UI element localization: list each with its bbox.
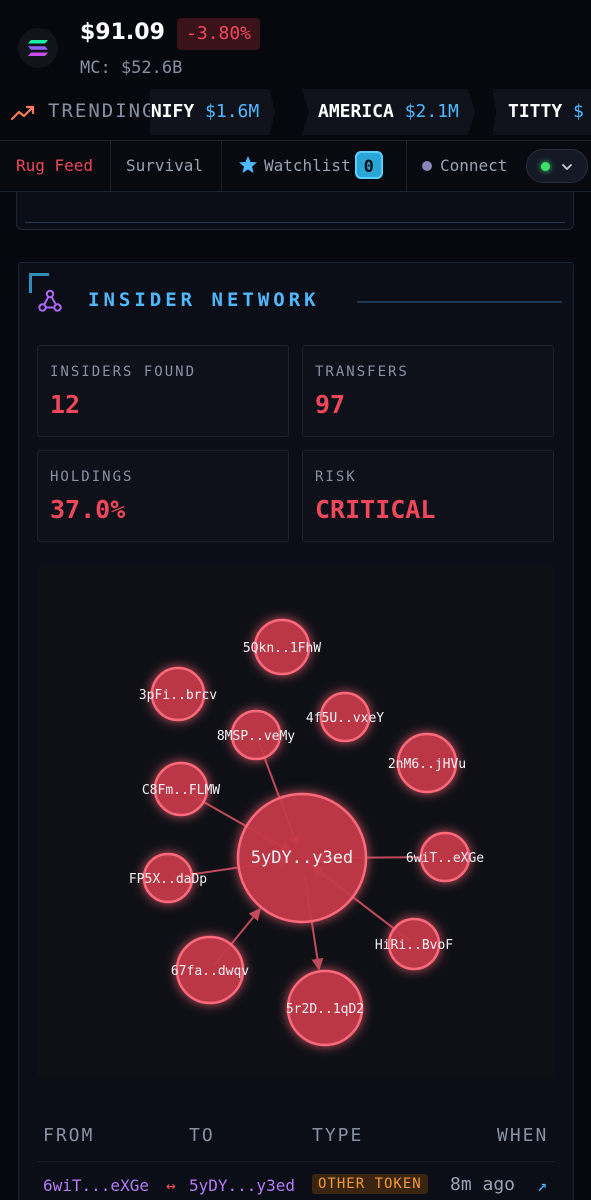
graph-node[interactable]: 3pFi..brcv [139,666,217,722]
node-label: 3pFi..brcv [139,688,217,703]
node-label: 8MSP..veMy [217,729,295,744]
node-label: FP5X..daDp [129,872,207,887]
stat-value: 97 [315,390,346,419]
graph-node[interactable]: 8MSP..veMy [217,709,295,761]
chevron-down-icon [562,164,572,170]
chip-name: TITTY [508,101,563,122]
chip-amount: $2.1M [404,101,459,122]
node-label: 6wiT..eXGe [406,851,484,866]
solana-logo-icon [18,28,58,68]
nav-watchlist[interactable]: Watchlist 0 [238,141,383,191]
stat-value: 37.0% [50,495,126,524]
network-status-dropdown[interactable] [526,149,588,183]
token-header: $91.09 -3.80% MC: $52.6B [0,0,591,88]
panel-title: INSIDER NETWORK [88,289,320,311]
previous-panel-edge [16,192,574,230]
col-type: TYPE [312,1125,364,1146]
stat-card-risk: RISK CRITICAL [302,450,554,542]
graph-node[interactable]: C8Fm..FLMW [142,761,220,817]
graph-node[interactable]: 2nM6..jHVu [388,732,466,794]
graph-node[interactable]: 4f5U..vxeY [306,691,384,743]
price-change-badge: -3.80% [177,18,261,50]
connection-dot-icon [422,160,432,171]
stat-card-holdings: HOLDINGS 37.0% [37,450,289,542]
graph-node[interactable]: 6wiT..eXGe [406,831,484,883]
graph-node[interactable]: 5Qkn..1FhW [243,618,321,676]
trending-chips: INIFY $1.6M AMERICA $2.1M TITTY $ [150,88,591,136]
col-when: WHEN [497,1125,549,1146]
graph-center-node[interactable]: 5yDY..y3ed [236,792,368,924]
table-row[interactable]: 6wiT...eXGe ↔ 5yDY...y3ed OTHER TOKEN 8m… [37,1161,555,1200]
node-label: 4f5U..vxeY [306,711,384,726]
star-icon [239,155,257,173]
trending-chip[interactable]: TITTY $ [492,89,591,135]
transfers-table-header: FROM TO TYPE WHEN [37,1125,555,1155]
chip-name: AMERICA [318,101,394,122]
watchlist-label: Watchlist [264,156,351,175]
chip-amount: $1.6M [205,101,260,122]
main-nav: Rug Feed Survival Watchlist 0 Connect [0,140,591,192]
network-icon [38,289,62,312]
stat-card-transfers: TRANSFERS 97 [302,345,554,437]
stat-value: CRITICAL [315,495,436,524]
node-label: 5yDY..y3ed [251,848,353,868]
external-link-icon[interactable]: ↗ [537,1176,547,1196]
to-address[interactable]: 5yDY...y3ed [189,1176,295,1195]
stat-label: RISK [315,469,357,485]
trending-up-icon [10,105,35,121]
graph-node[interactable]: FP5X..daDp [129,852,207,904]
stat-label: INSIDERS FOUND [50,364,197,380]
market-cap: MC: $52.6B [80,58,183,78]
stat-value: 12 [50,390,81,419]
node-label: 2nM6..jHVu [388,757,466,772]
nav-divider [221,141,222,191]
online-status-icon [541,162,550,171]
token-price: $91.09 [80,20,165,45]
chip-amount: $ [573,101,584,122]
stat-label: TRANSFERS [315,364,409,380]
bidirectional-arrow-icon: ↔ [166,1176,176,1195]
transfer-type-badge: OTHER TOKEN [312,1174,428,1194]
col-to: TO [189,1125,215,1146]
nav-divider [406,141,407,191]
nav-divider [110,141,111,191]
node-label: 67fa..dwqv [171,964,249,979]
graph-node[interactable]: HiRi..BvoF [375,917,453,971]
insider-network-graph[interactable]: 5Qkn..1FhW 3pFi..brcv 4f5U..vxeY 8MSP..veMy… [37,565,555,1079]
stat-card-insiders: INSIDERS FOUND 12 [37,345,289,437]
node-label: HiRi..BvoF [375,938,453,953]
insider-network-panel: INSIDER NETWORK INSIDERS FOUND 12 TRANSF… [18,262,574,1200]
trending-label: TRENDING [48,100,156,122]
trending-bar: TRENDING INIFY $1.6M AMERICA $2.1M TITTY… [0,88,591,136]
graph-node[interactable]: 67fa..dwqv [171,935,249,1005]
node-label: C8Fm..FLMW [142,783,220,798]
nav-survival[interactable]: Survival [126,141,203,191]
graph-node[interactable]: 5r2D..1qD2 [286,969,364,1047]
watchlist-count-badge: 0 [354,150,383,179]
trending-chip[interactable]: AMERICA $2.1M [302,89,475,135]
col-from: FROM [43,1125,95,1146]
network-graph-svg: 5Qkn..1FhW 3pFi..brcv 4f5U..vxeY 8MSP..veMy… [129,618,484,1047]
connect-button[interactable]: Connect [422,141,507,191]
stat-label: HOLDINGS [50,469,134,485]
transfer-time: 8m ago [450,1174,516,1195]
trending-chip[interactable]: INIFY $1.6M [150,89,276,135]
from-address[interactable]: 6wiT...eXGe [43,1176,149,1195]
connect-label: Connect [440,156,508,175]
node-label: 5r2D..1qD2 [286,1002,364,1017]
title-divider [357,301,562,303]
chip-name: INIFY [150,101,195,122]
nav-rug-feed[interactable]: Rug Feed [16,141,93,191]
node-label: 5Qkn..1FhW [243,641,321,656]
